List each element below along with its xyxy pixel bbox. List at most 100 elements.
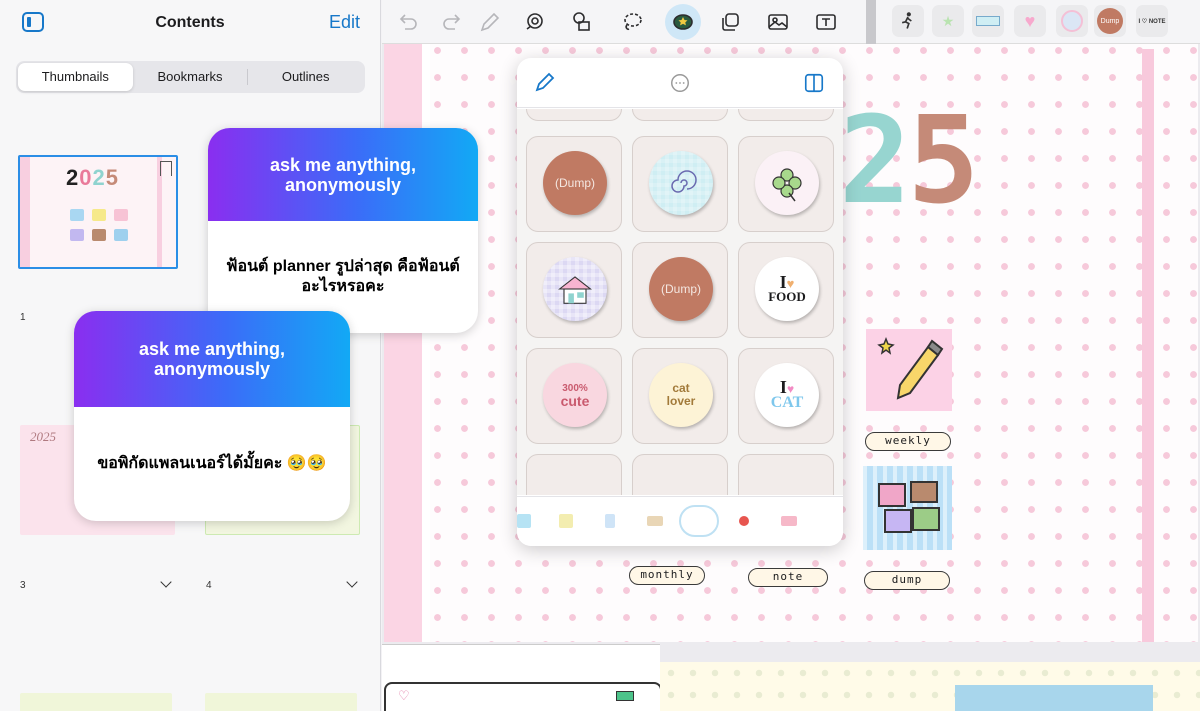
sticker-word: lover (666, 394, 696, 408)
page-thumbnail-6[interactable] (205, 693, 357, 711)
photo-collage-icon (878, 481, 940, 533)
recent-sticker-runner[interactable] (892, 5, 924, 37)
element-stack-icon[interactable] (716, 8, 744, 36)
sticker-cell[interactable] (526, 109, 622, 121)
recent-sticker-note-label[interactable] (972, 5, 1004, 37)
category-tab-active[interactable] (679, 505, 719, 537)
sticker-cell[interactable]: 300% cute (526, 348, 622, 444)
redo-icon[interactable] (438, 8, 466, 36)
sticker-cell[interactable] (632, 109, 728, 121)
dump-sticker[interactable] (863, 466, 952, 550)
pencil-sticker-icon (877, 336, 944, 400)
sticker-category-bar (517, 496, 843, 546)
recent-sticker-star[interactable]: ★ (932, 5, 964, 37)
bookmark-icon[interactable] (160, 161, 172, 176)
sticker-cell[interactable]: cat lover (632, 348, 728, 444)
sticker-cell[interactable] (738, 454, 834, 495)
tab-thumbnails[interactable]: Thumbnails (18, 63, 133, 91)
thumb-tile (92, 229, 106, 241)
weekly-label[interactable]: weekly (865, 432, 951, 451)
thumb-icon-grid (70, 209, 130, 241)
anonymous-question-card: ask me anything, anonymously ขอพิกัดแพลน… (74, 311, 350, 521)
sticker-icon[interactable] (669, 8, 697, 36)
sticker-word: CAT (770, 394, 804, 411)
year-digit-5: 5 (907, 92, 979, 231)
sticker-cell[interactable]: I♥ FOOD (738, 242, 834, 338)
chevron-down-icon[interactable] (160, 576, 172, 588)
cute-sticker-button: 300% cute (543, 363, 607, 427)
chat-bubble-icon[interactable] (669, 72, 691, 94)
thumb-tile (70, 209, 84, 221)
swirl-icon (671, 170, 697, 193)
shape-icon[interactable] (520, 8, 548, 36)
sticker-cell[interactable] (738, 136, 834, 232)
note-label[interactable]: note (748, 568, 828, 587)
i-love-food-sticker-button: I♥ FOOD (755, 257, 819, 321)
category-tab[interactable] (647, 516, 663, 526)
photo-sticker[interactable] (955, 685, 1153, 711)
sticker-cell[interactable] (738, 109, 834, 121)
battery-icon (616, 691, 634, 701)
card-question: ขอพิกัดแพลนเนอร์ได้มั้ยคะ 🥹🥹 (97, 455, 327, 472)
tab-outlines[interactable]: Outlines (248, 63, 363, 91)
year-digit-2: 2 (839, 92, 911, 231)
phone-frame-sticker[interactable]: ♡ (384, 682, 662, 711)
sticker-grid: (Dump) (Dump) I♥ FOOD 300% cute cat love… (517, 109, 843, 495)
page-thumbnail-1[interactable]: 2025 (18, 155, 178, 269)
page-number: 3 (20, 580, 26, 591)
anonymous-question-card: ask me anything, anonymously ฟ้อนต์ plan… (208, 128, 478, 333)
sticker-cell[interactable] (526, 242, 622, 338)
page-thumbnail-5[interactable] (20, 693, 172, 711)
thumb-tile (114, 209, 128, 221)
thumb-year: 2025 (66, 165, 119, 190)
cat-lover-sticker-button: cat lover (649, 363, 713, 427)
recent-sticker-i-note[interactable]: I ♡ NOTE (1136, 5, 1168, 37)
category-tab[interactable] (517, 514, 531, 528)
house-icon (558, 276, 592, 304)
sticker-cell[interactable]: I♥ CAT (738, 348, 834, 444)
sticker-cell[interactable] (526, 454, 622, 495)
weekly-pencil-sticker[interactable] (866, 329, 952, 411)
monthly-label[interactable]: monthly (629, 566, 705, 585)
lasso-icon[interactable] (618, 8, 646, 36)
recent-sticker-heart[interactable]: ♥ (1014, 5, 1046, 37)
edit-pen-icon[interactable] (533, 70, 557, 94)
clover-sticker-button (755, 151, 819, 215)
sticker-cell[interactable] (632, 136, 728, 232)
doodle-sticker-button (649, 151, 713, 215)
i-love-cat-sticker-button: I♥ CAT (755, 363, 819, 427)
recent-sticker-checker-button[interactable] (1056, 5, 1088, 37)
category-tab[interactable] (605, 514, 615, 528)
card-header: ask me anything, anonymously (208, 128, 478, 221)
category-tab[interactable] (559, 514, 573, 528)
clover-icon (772, 168, 802, 202)
category-tab[interactable] (739, 516, 749, 526)
category-tab[interactable] (781, 516, 797, 526)
house-sticker-button (543, 257, 607, 321)
elements-icon[interactable] (568, 8, 596, 36)
split-panel-icon[interactable] (803, 72, 825, 94)
segmented-control: Thumbnails Bookmarks Outlines (16, 61, 365, 93)
sticker-popover: (Dump) (Dump) I♥ FOOD 300% cute cat love… (517, 58, 843, 546)
sticker-cell[interactable] (632, 454, 728, 495)
sticker-word: cute (560, 393, 590, 409)
sticker-word: FOOD (768, 288, 806, 304)
thumb-tile (114, 229, 128, 241)
thumb-tile (70, 229, 84, 241)
image-icon[interactable] (764, 8, 792, 36)
text-icon[interactable] (812, 8, 840, 36)
page-number: 1 (20, 312, 26, 323)
card-header: ask me anything, anonymously (74, 311, 350, 407)
edit-button[interactable]: Edit (329, 12, 360, 33)
chevron-down-icon[interactable] (346, 576, 358, 588)
toolbar: ★ ♥ Dump I ♡ NOTE (382, 0, 1200, 44)
recent-sticker-dump[interactable]: Dump (1094, 5, 1126, 37)
sticker-cell[interactable]: (Dump) (526, 136, 622, 232)
pencil-icon[interactable] (476, 8, 504, 36)
undo-icon[interactable] (394, 8, 422, 36)
page-number: 4 (206, 580, 212, 591)
tab-bookmarks[interactable]: Bookmarks (133, 63, 248, 91)
recent-dump-label: Dump (1097, 8, 1123, 34)
sticker-cell[interactable]: (Dump) (632, 242, 728, 338)
dump-label[interactable]: dump (864, 571, 950, 590)
